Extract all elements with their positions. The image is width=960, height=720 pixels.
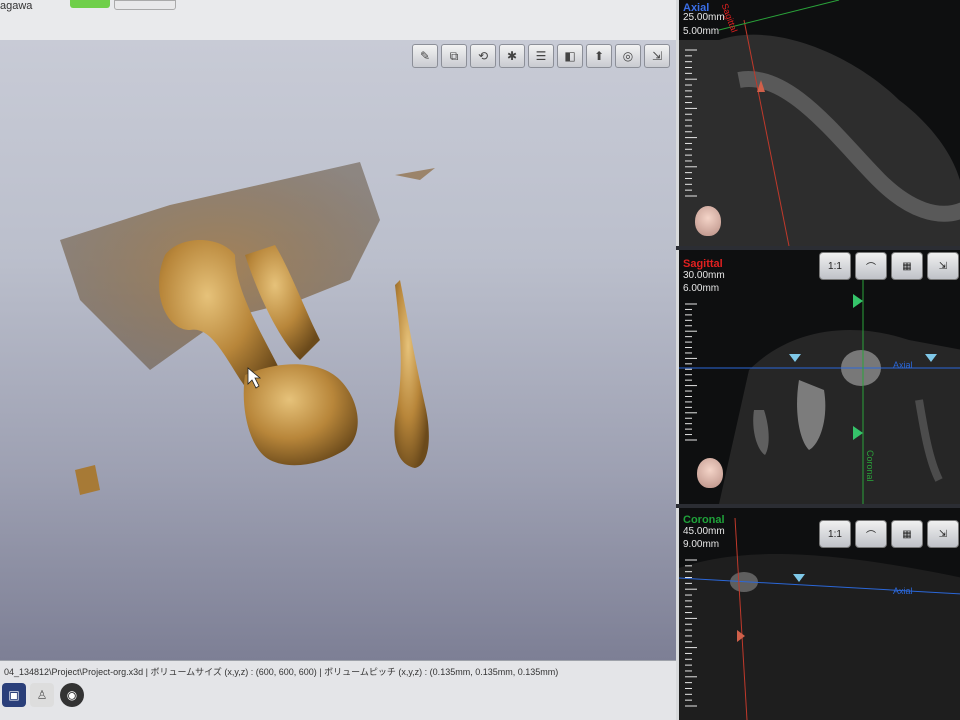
app-screen: agawa ✎ ⧉ ⟲ ✱ ☰ ◧ ⬆ ◎ ⇲ Axial 25.00mm 5.… [0, 0, 960, 720]
status-bar: 04_134812\Project\Project-org.x3d | ボリュー… [0, 660, 676, 720]
project-path: 04_134812\Project\Project-org.x3d [4, 667, 144, 677]
axial-ruler [685, 49, 697, 197]
sagittal-toolbar: 1:1 ⌒ ▦ ⇲ [819, 252, 959, 280]
curve-tool-icon[interactable]: ⌒ [855, 520, 887, 548]
export-view-icon[interactable]: ⇲ [927, 520, 959, 548]
green-tab[interactable] [70, 0, 110, 8]
panorama-icon[interactable]: ▦ [891, 252, 923, 280]
zoom-1to1-button[interactable]: 1:1 [819, 252, 851, 280]
app-taskbar-icon[interactable]: ▣ [2, 683, 26, 707]
sagittal-view-panel[interactable]: Sagittal 30.00mm 6.00mm Axial Coronal 1:… [676, 250, 960, 504]
ct-taskbar-icon[interactable]: ◉ [60, 683, 84, 707]
tab[interactable] [114, 0, 176, 10]
sagittal-axial-tag: Axial [893, 360, 913, 370]
tooth-taskbar-icon[interactable]: ♙ [30, 683, 54, 707]
volume-3d-viewer[interactable]: ✎ ⧉ ⟲ ✱ ☰ ◧ ⬆ ◎ ⇲ [0, 40, 676, 660]
bone-fragment [395, 168, 435, 180]
coronal-ruler [685, 559, 697, 707]
volume-pitch: ボリュームピッチ (x,y,z) : (0.135mm, 0.135mm, 0.… [324, 667, 559, 677]
title-bar: agawa [0, 0, 680, 41]
sagittal-ruler [685, 303, 697, 441]
coronal-view-panel[interactable]: Coronal 45.00mm 9.00mm Axial 1:1 ⌒ ▦ ⇲ [676, 508, 960, 720]
sagittal-label: Sagittal [683, 258, 723, 270]
user-name-label: agawa [0, 0, 33, 12]
axial-view-panel[interactable]: Axial 25.00mm 5.00mm Sagittal [676, 0, 960, 246]
head-orientation-icon [697, 458, 723, 488]
bone-chip [75, 465, 100, 495]
coronal-zoom: 45.00mm [683, 526, 725, 537]
tooth-single [394, 280, 429, 468]
head-orientation-icon [695, 206, 721, 236]
sagittal-slice-thickness: 6.00mm [683, 283, 720, 294]
sagittal-coronal-tag: Coronal [865, 450, 875, 482]
coronal-slice-thickness: 9.00mm [683, 539, 720, 550]
coronal-axial-tag: Axial [893, 586, 913, 596]
axial-zoom: 25.00mm [683, 12, 725, 23]
status-info: 04_134812\Project\Project-org.x3d | ボリュー… [4, 667, 559, 677]
panorama-icon[interactable]: ▦ [891, 520, 923, 548]
volume-size: ボリュームサイズ (x,y,z) : (600, 600, 600) [150, 667, 317, 677]
axial-slice-image [679, 0, 960, 246]
sagittal-zoom: 30.00mm [683, 270, 725, 281]
coronal-label: Coronal [683, 514, 725, 526]
tooth-crown [243, 364, 358, 466]
axial-slice-thickness: 5.00mm [683, 26, 720, 37]
export-view-icon[interactable]: ⇲ [927, 252, 959, 280]
coronal-toolbar: 1:1 ⌒ ▦ ⇲ [819, 520, 959, 548]
tooth-volume-render [60, 162, 435, 495]
zoom-1to1-button[interactable]: 1:1 [819, 520, 851, 548]
curve-tool-icon[interactable]: ⌒ [855, 252, 887, 280]
